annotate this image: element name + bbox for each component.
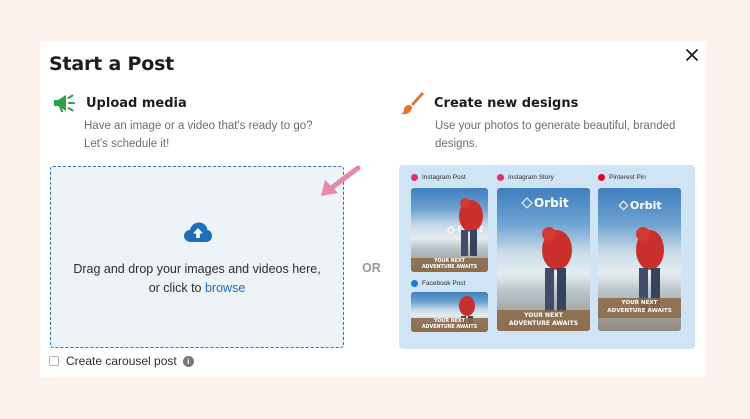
design-previews-panel[interactable]: Instagram Post Orbit YOUR NEXT ADVENTURE… (399, 165, 695, 349)
facebook-icon (411, 280, 418, 287)
caption-line: ADVENTURE AWAITS (421, 265, 478, 270)
instagram-icon (411, 174, 418, 181)
carousel-label[interactable]: Create carousel post (66, 354, 177, 368)
create-designs-description: Use your photos to generate beautiful, b… (435, 117, 675, 153)
browse-link[interactable]: browse (205, 281, 245, 295)
caption-line: ADVENTURE AWAITS (421, 325, 478, 330)
dropzone-text-line: or click to browse (51, 279, 343, 298)
carousel-checkbox[interactable] (49, 356, 59, 366)
brand-name: Orbit (534, 196, 569, 210)
preview-facebook-post[interactable]: YOUR NEXT ADVENTURE AWAITS (411, 292, 488, 332)
preview-pinterest-pin[interactable]: Orbit YOUR NEXT ADVENTURE AWAITS (598, 188, 681, 331)
paintbrush-icon (399, 90, 425, 116)
create-designs-header: Create new designs (399, 90, 578, 116)
caption-line: ADVENTURE AWAITS (607, 307, 672, 314)
dropzone-text-prefix: or click to (148, 281, 205, 295)
preview-platform-name: Instagram Story (508, 174, 554, 181)
instagram-icon (497, 174, 504, 181)
preview-platform-name: Instagram Post (422, 174, 466, 181)
preview-platform-name: Pinterest Pin (609, 174, 646, 181)
close-icon[interactable] (683, 46, 701, 64)
upload-media-heading: Upload media (86, 95, 187, 111)
caption-line: YOUR NEXT (621, 300, 658, 306)
hiker-image (542, 227, 572, 312)
preview-caption: YOUR NEXT ADVENTURE AWAITS (598, 300, 681, 315)
preview-label-instagram-story: Instagram Story (497, 174, 554, 181)
preview-instagram-story[interactable]: Orbit YOUR NEXT ADVENTURE AWAITS (497, 188, 590, 331)
preview-label-facebook-post: Facebook Post (411, 280, 465, 287)
or-separator: OR (362, 261, 381, 275)
dropzone-instructions: Drag and drop your images and videos her… (51, 260, 343, 298)
cloud-upload-icon (183, 221, 213, 243)
pinterest-icon (598, 174, 605, 181)
caption-line: ADVENTURE AWAITS (508, 320, 579, 327)
preview-label-instagram-post: Instagram Post (411, 174, 466, 181)
media-dropzone[interactable]: Drag and drop your images and videos her… (50, 166, 344, 348)
preview-instagram-post[interactable]: Orbit YOUR NEXT ADVENTURE AWAITS (411, 188, 488, 272)
brand-name: Orbit (630, 199, 662, 212)
designs-description-line: designs. (435, 138, 478, 150)
preview-caption: YOUR NEXT ADVENTURE AWAITS (411, 259, 488, 271)
brand-logo: Orbit (521, 196, 569, 210)
caption-line: YOUR NEXT (524, 312, 563, 319)
preview-label-pinterest-pin: Pinterest Pin (598, 174, 646, 181)
upload-description-line: Let's schedule it! (84, 138, 170, 150)
start-post-modal: Start a Post Upload media Have an image … (40, 41, 706, 377)
upload-media-description: Have an image or a video that's ready to… (84, 117, 313, 153)
upload-media-header: Upload media (51, 90, 187, 116)
designs-description-line: Use your photos to generate beautiful, b… (435, 120, 676, 132)
brand-logo: Orbit (618, 199, 662, 212)
preview-caption: YOUR NEXT ADVENTURE AWAITS (497, 312, 590, 328)
carousel-option: Create carousel post i (49, 354, 194, 368)
upload-description-line: Have an image or a video that's ready to… (84, 120, 313, 132)
dropzone-text-line: Drag and drop your images and videos her… (73, 262, 321, 276)
preview-caption: YOUR NEXT ADVENTURE AWAITS (411, 319, 488, 331)
preview-platform-name: Facebook Post (422, 280, 466, 287)
megaphone-icon (51, 90, 77, 116)
modal-title: Start a Post (49, 53, 175, 75)
info-icon[interactable]: i (182, 355, 194, 367)
hiker-image (459, 198, 483, 256)
create-designs-heading: Create new designs (434, 95, 579, 111)
pointer-arrow-icon (316, 165, 362, 208)
